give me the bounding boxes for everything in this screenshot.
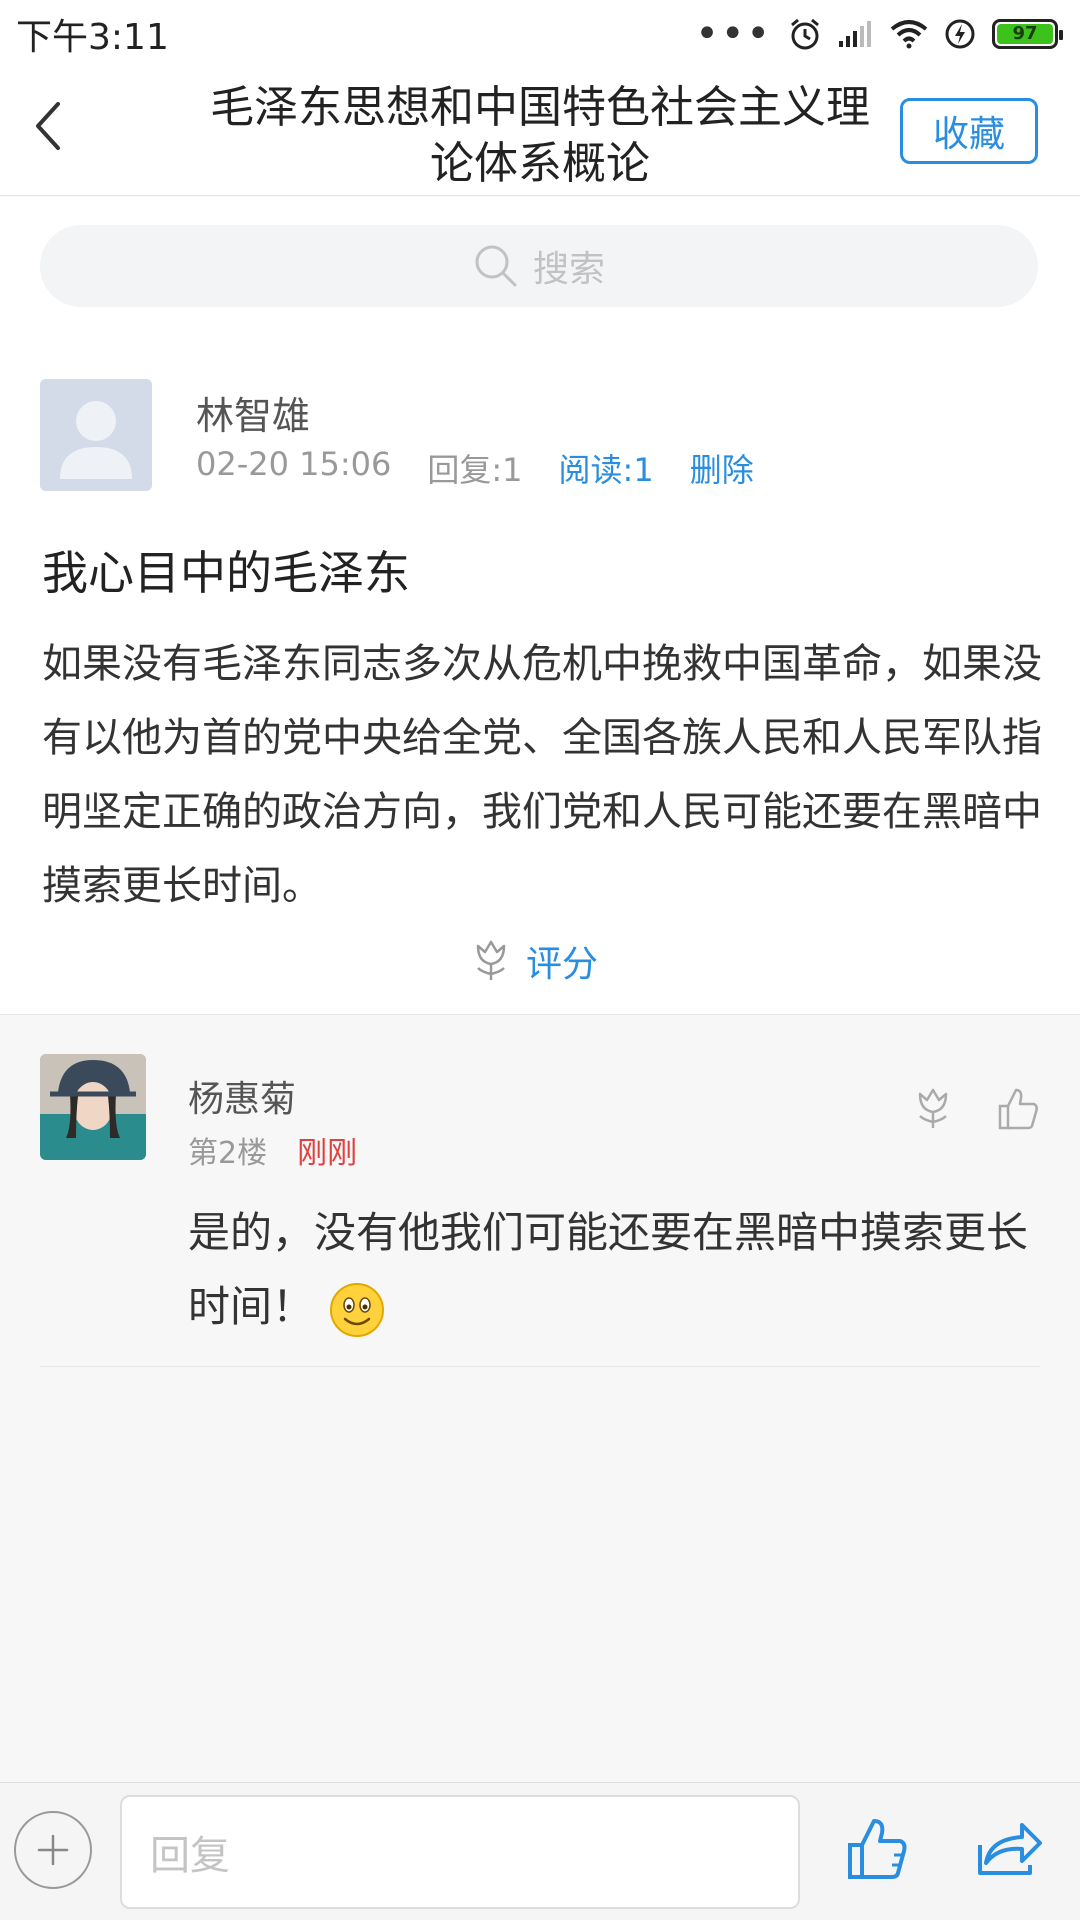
- reply-count: 回复:1: [427, 451, 523, 489]
- plus-icon: [37, 1834, 69, 1866]
- reply-time: 刚刚: [297, 1136, 358, 1171]
- thumbs-up-icon: [848, 1819, 907, 1879]
- post-title: 我心目中的毛泽东: [42, 546, 410, 600]
- default-avatar-icon: [40, 379, 152, 491]
- post-date: 02-20 15:06: [196, 445, 392, 483]
- reply-text: 是的，没有他我们可能还要在黑暗中摸索更长时间！: [188, 1196, 1048, 1344]
- add-attachment-button[interactable]: [14, 1811, 92, 1889]
- reply-actions: [912, 1086, 1040, 1132]
- page: 下午3:11 ••• 97 毛泽东思想和中国特色社会主义理论体系概论 收藏 搜索…: [0, 0, 1080, 1920]
- search-input[interactable]: 搜索: [40, 225, 1038, 307]
- main-post: 林智雄 02-20 15:06 回复:1 阅读:1 删除 我心目中的毛泽东 如果…: [0, 327, 1080, 1015]
- bottom-bar: 回复: [0, 1782, 1080, 1920]
- delete-link[interactable]: 删除: [690, 445, 754, 491]
- wifi-icon: [890, 20, 928, 49]
- rate-label: 评分: [526, 944, 599, 985]
- back-arrow-icon: [36, 102, 60, 150]
- post-meta: 02-20 15:06 回复:1 阅读:1 删除: [196, 445, 754, 491]
- battery-level: 97: [997, 24, 1053, 44]
- author-avatar[interactable]: [40, 379, 152, 491]
- more-dots-icon: •••: [695, 11, 772, 57]
- status-bar: 下午3:11 ••• 97: [0, 0, 1080, 68]
- read-count[interactable]: 阅读:1: [559, 445, 654, 491]
- reply-avatar[interactable]: [40, 1054, 146, 1160]
- share-button[interactable]: [976, 1817, 1042, 1881]
- signal-icon: [839, 21, 871, 47]
- author-name[interactable]: 林智雄: [196, 385, 310, 440]
- reply-text-content: 是的，没有他我们可能还要在黑暗中摸索更长时间！: [188, 1208, 1029, 1331]
- reply-author-name[interactable]: 杨惠菊: [188, 1070, 296, 1122]
- flower-icon: [476, 940, 506, 980]
- rate-button[interactable]: 评分: [470, 933, 598, 989]
- floor-number: 第2楼: [188, 1136, 268, 1171]
- search-icon: [475, 245, 517, 287]
- user-photo-avatar: [40, 1054, 146, 1160]
- search-placeholder: 搜索: [532, 249, 605, 290]
- status-time: 下午3:11: [16, 17, 169, 58]
- reply-placeholder: 回复: [150, 1833, 230, 1879]
- battery-icon: 97: [992, 19, 1063, 49]
- page-title: 毛泽东思想和中国特色社会主义理论体系概论: [210, 82, 870, 189]
- reply-input[interactable]: 回复: [120, 1795, 800, 1909]
- share-icon: [978, 1823, 1042, 1875]
- reply-item: 杨惠菊 第2楼 刚刚 是的，没有他我们可能还要在黑暗中摸索更长时间！: [0, 1016, 1080, 1368]
- search-area: 搜索: [0, 197, 1080, 327]
- charging-icon: [945, 19, 975, 49]
- post-body: 如果没有毛泽东同志多次从危机中挽救中国革命，如果没有以他为首的党中央给全党、全国…: [42, 641, 1042, 909]
- thumbs-up-icon[interactable]: [996, 1086, 1040, 1132]
- divider: [40, 1366, 1040, 1367]
- like-button[interactable]: [846, 1815, 910, 1887]
- smile-emoji-icon: [330, 1282, 385, 1337]
- back-button[interactable]: [28, 96, 88, 170]
- favorite-button[interactable]: 收藏: [900, 98, 1038, 164]
- alarm-icon: [791, 18, 819, 50]
- header: 毛泽东思想和中国特色社会主义理论体系概论 收藏: [0, 68, 1080, 196]
- flower-icon[interactable]: [912, 1086, 954, 1132]
- reply-meta: 第2楼 刚刚: [188, 1128, 357, 1172]
- status-icons: ••• 97: [695, 11, 1063, 57]
